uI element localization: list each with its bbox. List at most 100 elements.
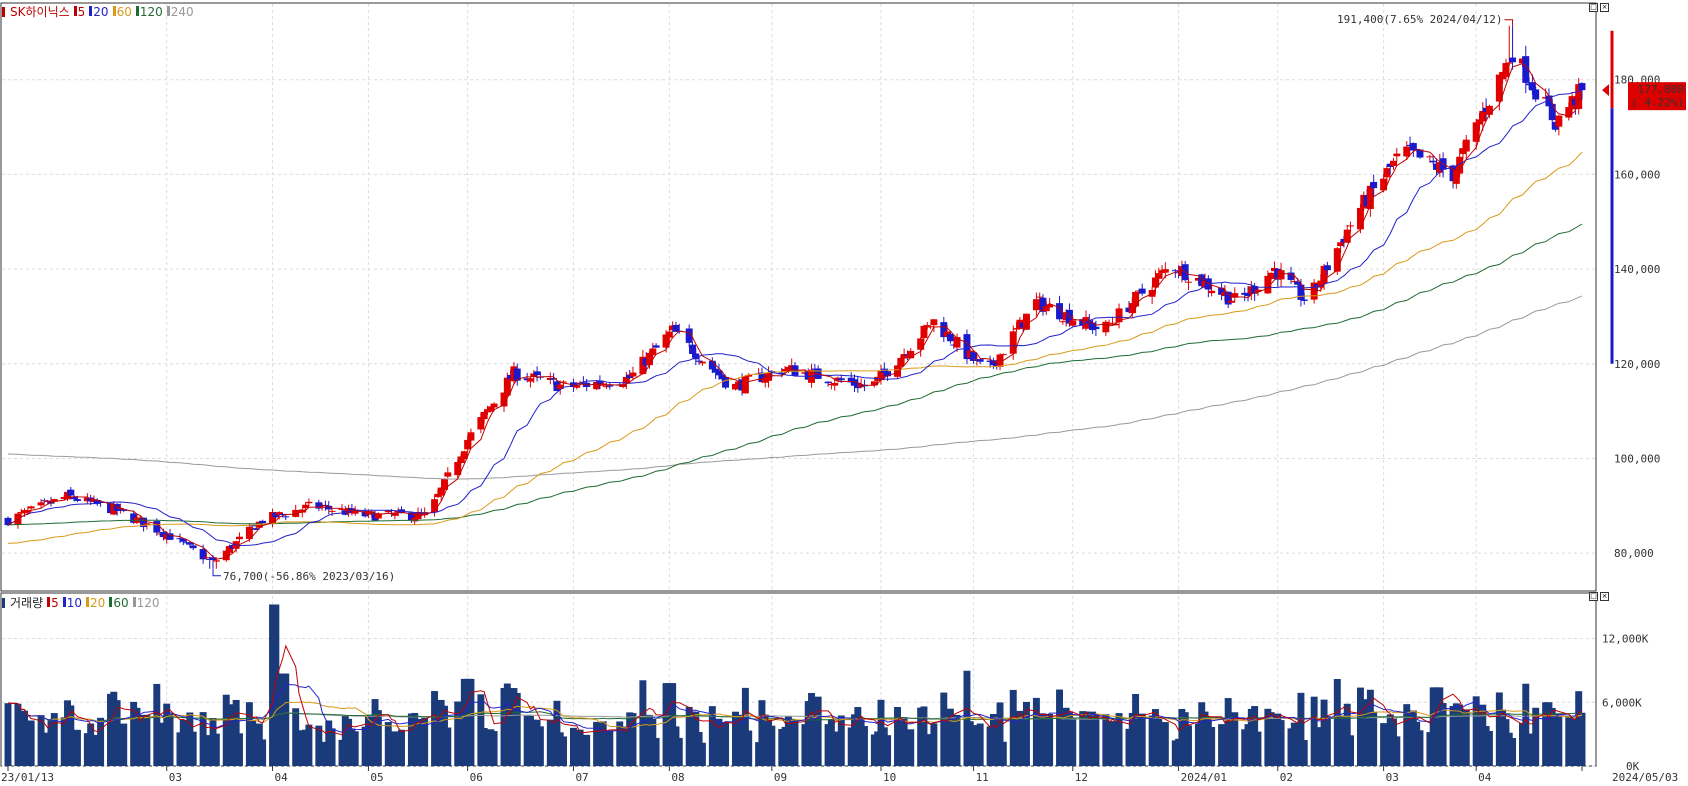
- volume-legend-title: 거래량: [10, 596, 44, 610]
- ma-swatch-icon: [62, 596, 66, 607]
- maximize-icon[interactable]: □: [1589, 3, 1598, 12]
- candle-body: [824, 381, 832, 384]
- candle-body: [1155, 273, 1163, 279]
- x-tick-label: 08: [671, 771, 684, 784]
- x-tick-label: 2024/01: [1181, 771, 1227, 784]
- legend-swatch-icon: [2, 597, 5, 608]
- candle-body: [1393, 153, 1401, 157]
- candle-body: [1462, 139, 1470, 152]
- volume-bar: [1462, 709, 1470, 766]
- volume-bar: [1069, 718, 1077, 766]
- ma-swatch-icon: [135, 5, 139, 16]
- volume-tick-label: 12,000K: [1602, 633, 1649, 646]
- ma20-line: [7, 89, 1583, 547]
- ma-label: 120: [136, 595, 160, 610]
- candle-body: [1009, 331, 1017, 354]
- price-tick-label: 80,000: [1614, 547, 1654, 560]
- candle-body: [526, 378, 534, 382]
- candle-body: [831, 382, 839, 386]
- x-tick-label: 02: [1280, 771, 1293, 784]
- ma-swatch-icon: [112, 5, 116, 16]
- candle-body: [444, 472, 452, 477]
- candle-body: [1267, 272, 1275, 279]
- volume-bar: [953, 714, 961, 766]
- volume-tick-label: 6,000K: [1602, 696, 1642, 709]
- volume-bar: [907, 729, 915, 766]
- candle-body: [1479, 110, 1487, 122]
- volume-bar: [1578, 712, 1586, 766]
- candle-body: [689, 344, 696, 354]
- close-icon[interactable]: ×: [1600, 592, 1609, 601]
- volume-bar: [814, 696, 822, 766]
- volume-bar: [976, 723, 984, 766]
- price-legend-title: SK하이닉스: [10, 5, 70, 19]
- close-icon[interactable]: ×: [1600, 3, 1609, 12]
- candle-body: [1347, 225, 1355, 227]
- x-tick-label: 05: [370, 771, 383, 784]
- volume-bar: [27, 720, 35, 766]
- volume-bar: [166, 713, 174, 766]
- x-tick-label: 12: [1075, 771, 1088, 784]
- volume-bar: [305, 724, 313, 766]
- candle-body: [235, 536, 243, 540]
- volume-bar: [1416, 730, 1424, 766]
- candle-body: [1161, 269, 1169, 273]
- volume-bar: [837, 715, 845, 766]
- volume-bar: [860, 726, 868, 766]
- candle-body: [927, 326, 935, 328]
- candle-body: [1300, 299, 1308, 301]
- volume-bar: [652, 737, 660, 766]
- ma-label: 10: [66, 595, 83, 610]
- x-tick-label: 07: [575, 771, 588, 784]
- candle-body: [1228, 300, 1235, 303]
- ma5-line: [7, 63, 1583, 560]
- x-tick-label: 09: [774, 771, 787, 784]
- candle-body: [202, 557, 210, 559]
- candle-body: [1108, 322, 1116, 324]
- price-tick-label: 100,000: [1614, 452, 1660, 465]
- volume-bar: [1046, 713, 1054, 766]
- candle-body: [1092, 326, 1100, 330]
- candle-body: [1059, 321, 1067, 323]
- x-tick-label: 10: [883, 771, 896, 784]
- volume-bar: [1555, 713, 1563, 766]
- volume-bar: [1277, 720, 1285, 766]
- volume-bar: [120, 723, 128, 766]
- candle-body: [1132, 291, 1140, 307]
- volume-bar: [235, 733, 243, 766]
- price-legend: SK하이닉스 5 20 60 120 240: [2, 3, 198, 20]
- volume-bar: [999, 741, 1007, 766]
- candle-body: [1532, 89, 1540, 100]
- candle-body: [1277, 270, 1285, 280]
- candle-body: [1069, 320, 1077, 326]
- candle-body: [384, 510, 392, 513]
- candle-body: [212, 560, 220, 562]
- ma-label: 5: [51, 595, 59, 610]
- current-price-value: 177,800: [1638, 83, 1684, 96]
- price-tick-label: 160,000: [1614, 168, 1660, 181]
- candle-body: [1380, 178, 1388, 191]
- candle-body: [1138, 288, 1146, 294]
- ma-label: 20: [93, 4, 109, 19]
- x-tick-label: 03: [169, 771, 182, 784]
- ma-label: 5: [77, 4, 86, 19]
- candle-body: [1383, 168, 1391, 178]
- volume-bar: [768, 725, 776, 766]
- candle-body: [1333, 248, 1341, 272]
- candle-body: [305, 501, 313, 504]
- candle-body: [27, 506, 35, 509]
- candle-body: [1578, 83, 1586, 91]
- x-tick-label: 03: [1386, 771, 1399, 784]
- volume-bar: [1208, 727, 1216, 766]
- candle-body: [1323, 265, 1331, 271]
- candle-body: [629, 372, 637, 377]
- ma-swatch-icon: [73, 5, 77, 16]
- volume-bar: [606, 730, 614, 766]
- x-tick-label: 11: [976, 771, 989, 784]
- price-tick-label: 120,000: [1614, 358, 1660, 371]
- candle-body: [665, 331, 673, 338]
- candle-body: [1390, 160, 1397, 167]
- volume-bar: [1393, 736, 1401, 766]
- maximize-icon[interactable]: □: [1589, 592, 1598, 601]
- candle-body: [490, 403, 498, 408]
